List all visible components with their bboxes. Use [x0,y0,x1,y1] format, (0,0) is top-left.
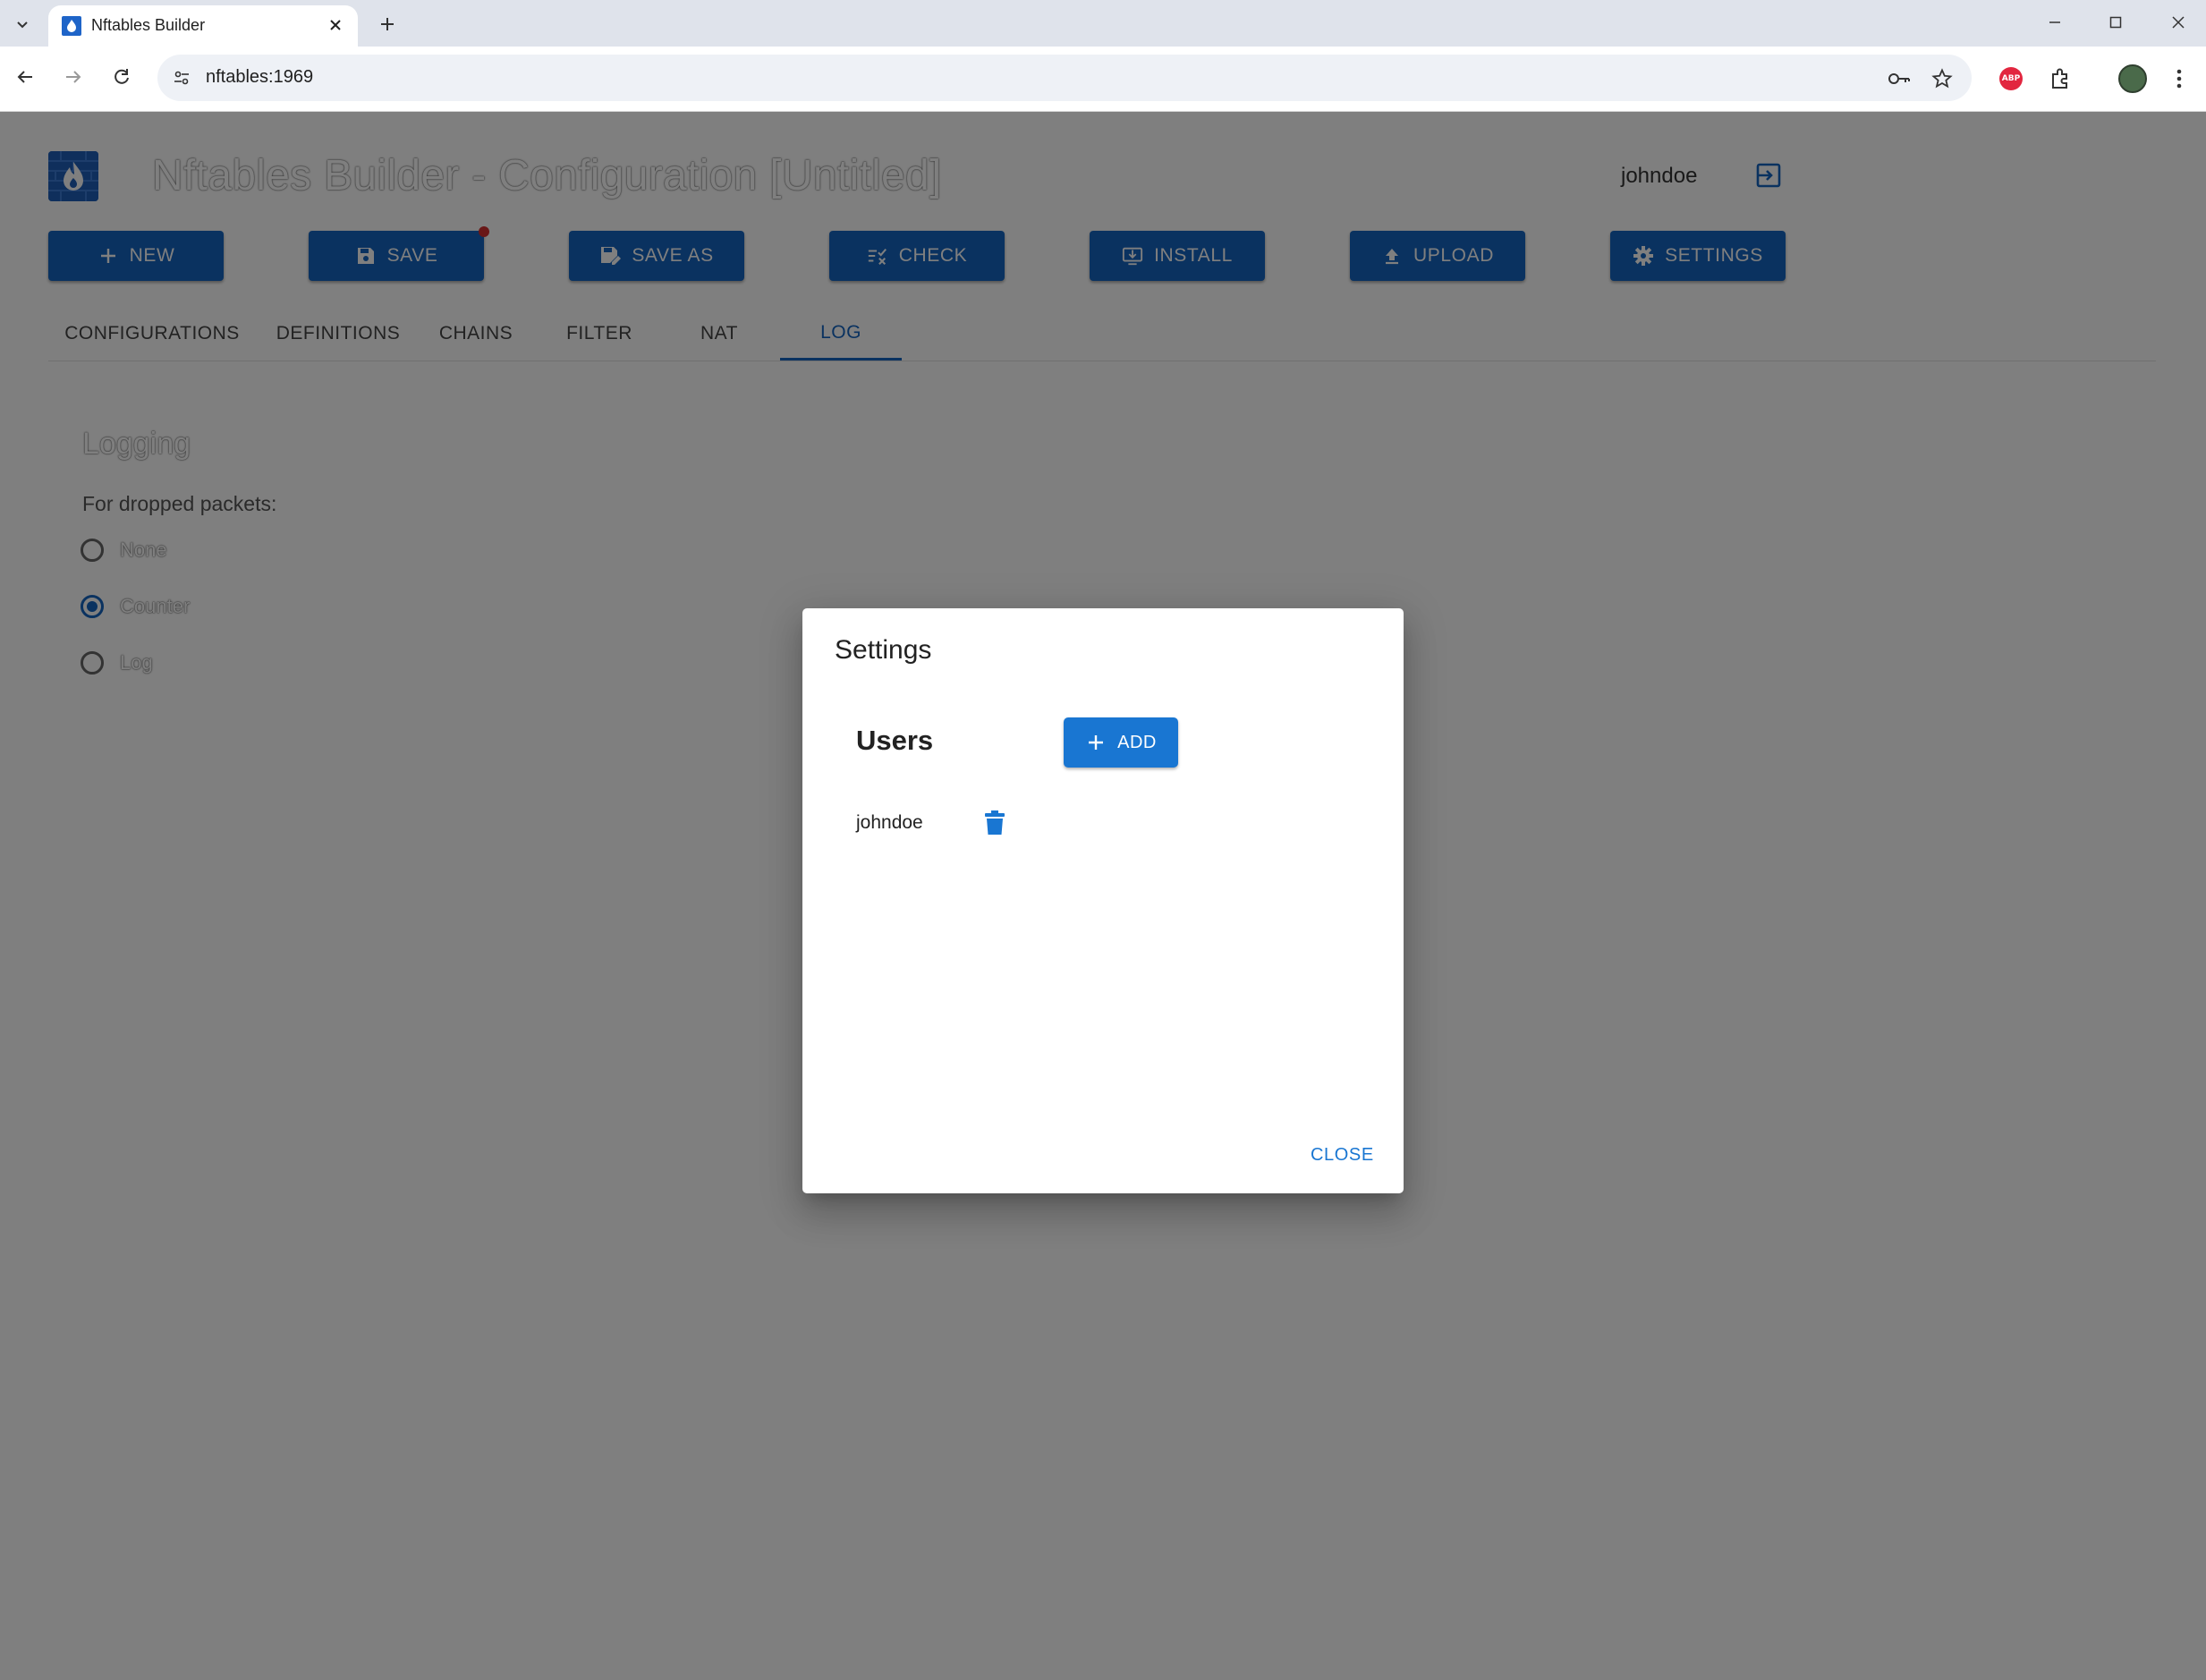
close-tab-icon[interactable] [324,13,347,37]
browser-tab-title: Nftables Builder [91,16,206,34]
user-list-item: johndoe [856,812,923,833]
forward-arrow-icon[interactable] [55,59,91,95]
app-favicon-icon [61,15,82,37]
browser-tabstrip: Nftables Builder [0,0,2206,47]
site-info-icon[interactable] [168,64,195,91]
close-dialog-button[interactable]: CLOSE [1311,1145,1374,1166]
tab-search-chevron-icon[interactable] [7,9,38,39]
reload-icon[interactable] [104,59,140,95]
users-heading: Users [856,725,934,756]
browser-menu-kebab-icon[interactable] [2163,63,2195,95]
settings-dialog: Settings Users ADD johndoe CLOSE [802,608,1404,1193]
dialog-title: Settings [835,635,932,665]
password-key-icon[interactable] [1886,65,1913,92]
add-user-button-label: ADD [1117,732,1157,752]
minimize-window-icon[interactable] [2032,5,2077,39]
url-text: nftables:1969 [206,67,314,87]
new-tab-plus-icon[interactable] [370,7,404,41]
back-arrow-icon[interactable] [7,59,43,95]
add-user-button[interactable]: ADD [1064,717,1178,768]
adblock-extension-icon[interactable]: ABP [1995,63,2027,95]
close-window-icon[interactable] [2156,5,2201,39]
maximize-window-icon[interactable] [2093,5,2138,39]
profile-avatar[interactable] [2117,63,2149,95]
delete-user-trash-icon[interactable] [980,807,1010,839]
avatar [2118,64,2147,93]
extensions-puzzle-icon[interactable] [2044,63,2076,95]
plus-icon [1085,732,1107,753]
browser-tab[interactable]: Nftables Builder [48,5,358,47]
adblock-label: ABP [1999,67,2023,90]
address-bar[interactable]: nftables:1969 [157,55,1972,101]
browser-toolbar: nftables:1969 ABP [0,47,2206,112]
bookmark-star-icon[interactable] [1929,65,1956,92]
